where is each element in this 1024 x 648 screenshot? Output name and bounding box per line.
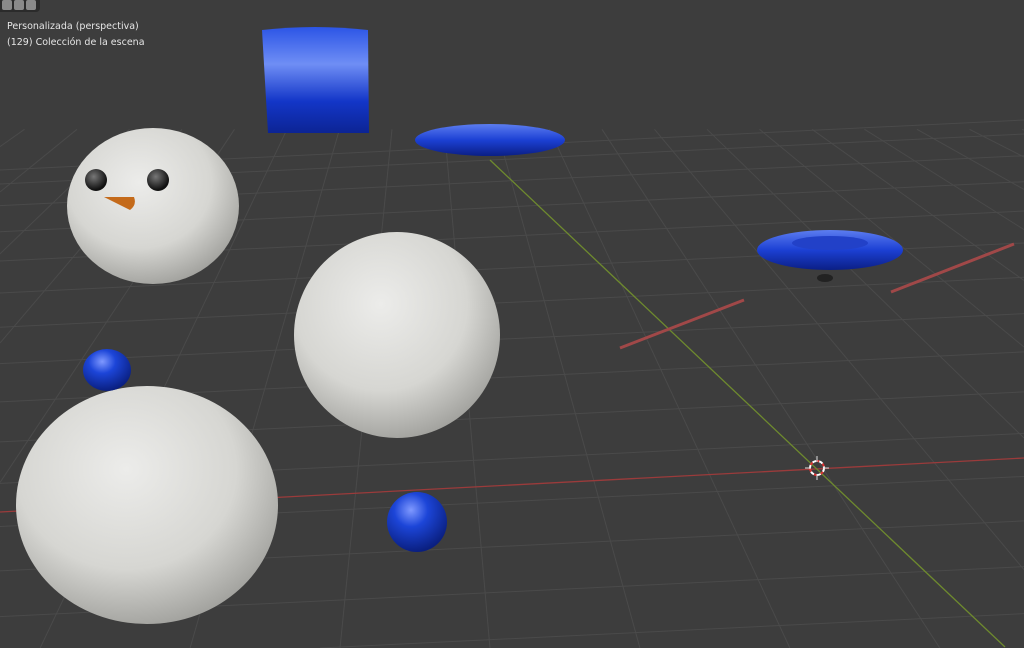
scene[interactable] (0, 0, 1024, 648)
select-mode-toolbar[interactable] (0, 0, 40, 12)
y-axis-line (489, 159, 1006, 648)
grid-line (601, 129, 941, 648)
shadow-blob (817, 274, 833, 282)
face-select-icon[interactable] (14, 0, 24, 10)
grid-line (0, 313, 1024, 365)
torus-object-right[interactable] (757, 230, 903, 270)
collection-label: (129) Colección de la escena (7, 37, 145, 48)
snowman-bottom-sphere[interactable] (16, 386, 278, 624)
snowman-middle-sphere[interactable] (294, 232, 500, 438)
blue-sphere[interactable] (387, 492, 447, 552)
grid-line (549, 129, 791, 648)
grid-line (969, 128, 1024, 158)
grid-line (706, 128, 1024, 439)
vertex-select-icon[interactable] (26, 0, 36, 10)
mode-select-icon[interactable] (2, 0, 12, 10)
grid-line (496, 129, 641, 648)
torus-object-top[interactable] (415, 124, 565, 156)
snowman-head[interactable] (67, 128, 239, 284)
grid-line (0, 276, 1024, 328)
viewport-info: Personalizada (perspectiva) (129) Colecc… (7, 19, 145, 51)
eye-left[interactable] (85, 169, 107, 191)
3d-viewport[interactable]: Personalizada (perspectiva) (129) Colecc… (0, 0, 1024, 648)
grid-line (320, 613, 1024, 648)
blue-sphere-small[interactable] (83, 349, 131, 391)
cylinder-object[interactable] (262, 27, 369, 133)
view-name: Personalizada (perspectiva) (7, 21, 139, 32)
grid-line (0, 128, 25, 148)
cylinder-rod-right[interactable] (890, 242, 1015, 294)
eye-right[interactable] (147, 169, 169, 191)
